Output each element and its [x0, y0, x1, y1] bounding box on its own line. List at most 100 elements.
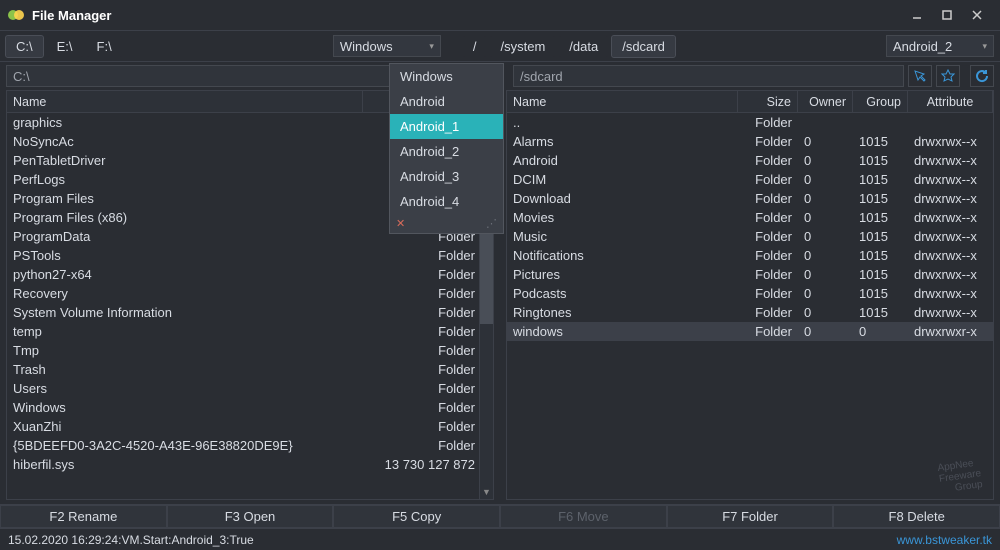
- favorite-icon[interactable]: [936, 65, 960, 87]
- file-size: Folder: [363, 438, 493, 453]
- dropdown-item[interactable]: Android_3: [390, 164, 503, 189]
- right-mode-selector[interactable]: Android_2 ▾: [886, 35, 994, 57]
- file-name: Trash: [7, 362, 363, 377]
- drive-tab[interactable]: C:\: [6, 36, 43, 57]
- file-size: Folder: [738, 191, 798, 206]
- window-title: File Manager: [32, 8, 902, 23]
- watermark: AppNee Freeware Group: [937, 457, 983, 496]
- chevron-down-icon: ▾: [429, 41, 434, 52]
- table-row[interactable]: PicturesFolder01015drwxrwx--x: [507, 265, 993, 284]
- right-col-owner[interactable]: Owner: [798, 91, 853, 112]
- file-name: Tmp: [7, 343, 363, 358]
- table-row[interactable]: RecoveryFolder: [7, 284, 493, 303]
- file-name: Pictures: [507, 267, 738, 282]
- fn-button[interactable]: F7 Folder: [667, 505, 834, 528]
- fn-button[interactable]: F8 Delete: [833, 505, 1000, 528]
- file-name: hiberfil.sys: [7, 457, 363, 472]
- table-row[interactable]: PodcastsFolder01015drwxrwx--x: [507, 284, 993, 303]
- file-owner: 0: [798, 134, 853, 149]
- file-name: Download: [507, 191, 738, 206]
- table-row[interactable]: NotificationsFolder01015drwxrwx--x: [507, 246, 993, 265]
- fn-button[interactable]: F2 Rename: [0, 505, 167, 528]
- file-name: DCIM: [507, 172, 738, 187]
- dropdown-item[interactable]: Android_1: [390, 114, 503, 139]
- refresh-icon[interactable]: [970, 65, 994, 87]
- file-attr: drwxrwxr-x: [908, 324, 993, 339]
- file-name: System Volume Information: [7, 305, 363, 320]
- file-group: 1015: [853, 248, 908, 263]
- table-row[interactable]: DownloadFolder01015drwxrwx--x: [507, 189, 993, 208]
- drive-tab[interactable]: F:\: [87, 36, 122, 57]
- drive-tab[interactable]: E:\: [47, 36, 83, 57]
- file-group: 1015: [853, 267, 908, 282]
- dropdown-item[interactable]: Android_2: [390, 139, 503, 164]
- fn-button[interactable]: F5 Copy: [333, 505, 500, 528]
- breadcrumb-tab[interactable]: /sdcard: [612, 36, 675, 57]
- file-name: Movies: [507, 210, 738, 225]
- left-col-name[interactable]: Name: [7, 91, 363, 112]
- file-name: Users: [7, 381, 363, 396]
- right-col-attr[interactable]: Attribute: [908, 91, 993, 112]
- table-row[interactable]: AlarmsFolder01015drwxrwx--x: [507, 132, 993, 151]
- file-name: PenTabletDriver: [7, 153, 363, 168]
- table-row[interactable]: PSToolsFolder: [7, 246, 493, 265]
- file-owner: 0: [798, 210, 853, 225]
- status-link[interactable]: www.bstweaker.tk: [897, 533, 992, 547]
- file-attr: drwxrwx--x: [908, 305, 993, 320]
- file-name: XuanZhi: [7, 419, 363, 434]
- file-name: Podcasts: [507, 286, 738, 301]
- table-row[interactable]: WindowsFolder: [7, 398, 493, 417]
- table-row[interactable]: MusicFolder01015drwxrwx--x: [507, 227, 993, 246]
- close-button[interactable]: [962, 1, 992, 29]
- close-icon[interactable]: ✕: [396, 217, 405, 230]
- breadcrumb-tab[interactable]: /data: [559, 36, 608, 57]
- file-size: Folder: [363, 305, 493, 320]
- table-row[interactable]: hiberfil.sys13 730 127 872: [7, 455, 493, 474]
- file-group: 1015: [853, 172, 908, 187]
- table-row[interactable]: python27-x64Folder: [7, 265, 493, 284]
- table-row[interactable]: TmpFolder: [7, 341, 493, 360]
- right-col-size[interactable]: Size: [738, 91, 798, 112]
- right-col-name[interactable]: Name: [507, 91, 738, 112]
- left-mode-selector[interactable]: Windows ▾: [333, 35, 441, 57]
- maximize-button[interactable]: [932, 1, 962, 29]
- table-row[interactable]: windowsFolder00drwxrwxr-x: [507, 322, 993, 341]
- table-row[interactable]: tempFolder: [7, 322, 493, 341]
- fn-button[interactable]: F3 Open: [167, 505, 334, 528]
- file-name: windows: [507, 324, 738, 339]
- table-row[interactable]: ..Folder: [507, 113, 993, 132]
- file-attr: drwxrwx--x: [908, 286, 993, 301]
- right-mode-value: Android_2: [893, 39, 952, 54]
- file-owner: 0: [798, 267, 853, 282]
- table-row[interactable]: AndroidFolder01015drwxrwx--x: [507, 151, 993, 170]
- dropdown-item[interactable]: Android: [390, 89, 503, 114]
- dropdown-close-row[interactable]: ✕⋰: [390, 214, 503, 233]
- table-row[interactable]: XuanZhiFolder: [7, 417, 493, 436]
- breadcrumb-tab[interactable]: /: [463, 36, 487, 57]
- dropdown-item[interactable]: Android_4: [390, 189, 503, 214]
- select-cursor-icon[interactable]: [908, 65, 932, 87]
- file-name: ProgramData: [7, 229, 363, 244]
- mode-dropdown-popup[interactable]: WindowsAndroidAndroid_1Android_2Android_…: [389, 63, 504, 234]
- right-col-group[interactable]: Group: [853, 91, 908, 112]
- file-group: 1015: [853, 134, 908, 149]
- resize-grip-icon[interactable]: ⋰: [486, 217, 497, 230]
- table-row[interactable]: RingtonesFolder01015drwxrwx--x: [507, 303, 993, 322]
- table-row[interactable]: System Volume InformationFolder: [7, 303, 493, 322]
- status-left: 15.02.2020 16:29:24:VM.Start:Android_3:T…: [8, 533, 254, 547]
- file-size: 13 730 127 872: [363, 457, 493, 472]
- table-row[interactable]: UsersFolder: [7, 379, 493, 398]
- dropdown-item[interactable]: Windows: [390, 64, 503, 89]
- table-row[interactable]: TrashFolder: [7, 360, 493, 379]
- minimize-button[interactable]: [902, 1, 932, 29]
- file-name: PerfLogs: [7, 172, 363, 187]
- breadcrumb-tab[interactable]: /system: [490, 36, 555, 57]
- file-name: PSTools: [7, 248, 363, 263]
- file-name: graphics: [7, 115, 363, 130]
- table-row[interactable]: DCIMFolder01015drwxrwx--x: [507, 170, 993, 189]
- right-file-list[interactable]: ..FolderAlarmsFolder01015drwxrwx--xAndro…: [507, 113, 993, 499]
- file-group: 0: [853, 324, 908, 339]
- right-path-input[interactable]: /sdcard: [513, 65, 904, 87]
- table-row[interactable]: {5BDEEFD0-3A2C-4520-A43E-96E38820DE9E}Fo…: [7, 436, 493, 455]
- table-row[interactable]: MoviesFolder01015drwxrwx--x: [507, 208, 993, 227]
